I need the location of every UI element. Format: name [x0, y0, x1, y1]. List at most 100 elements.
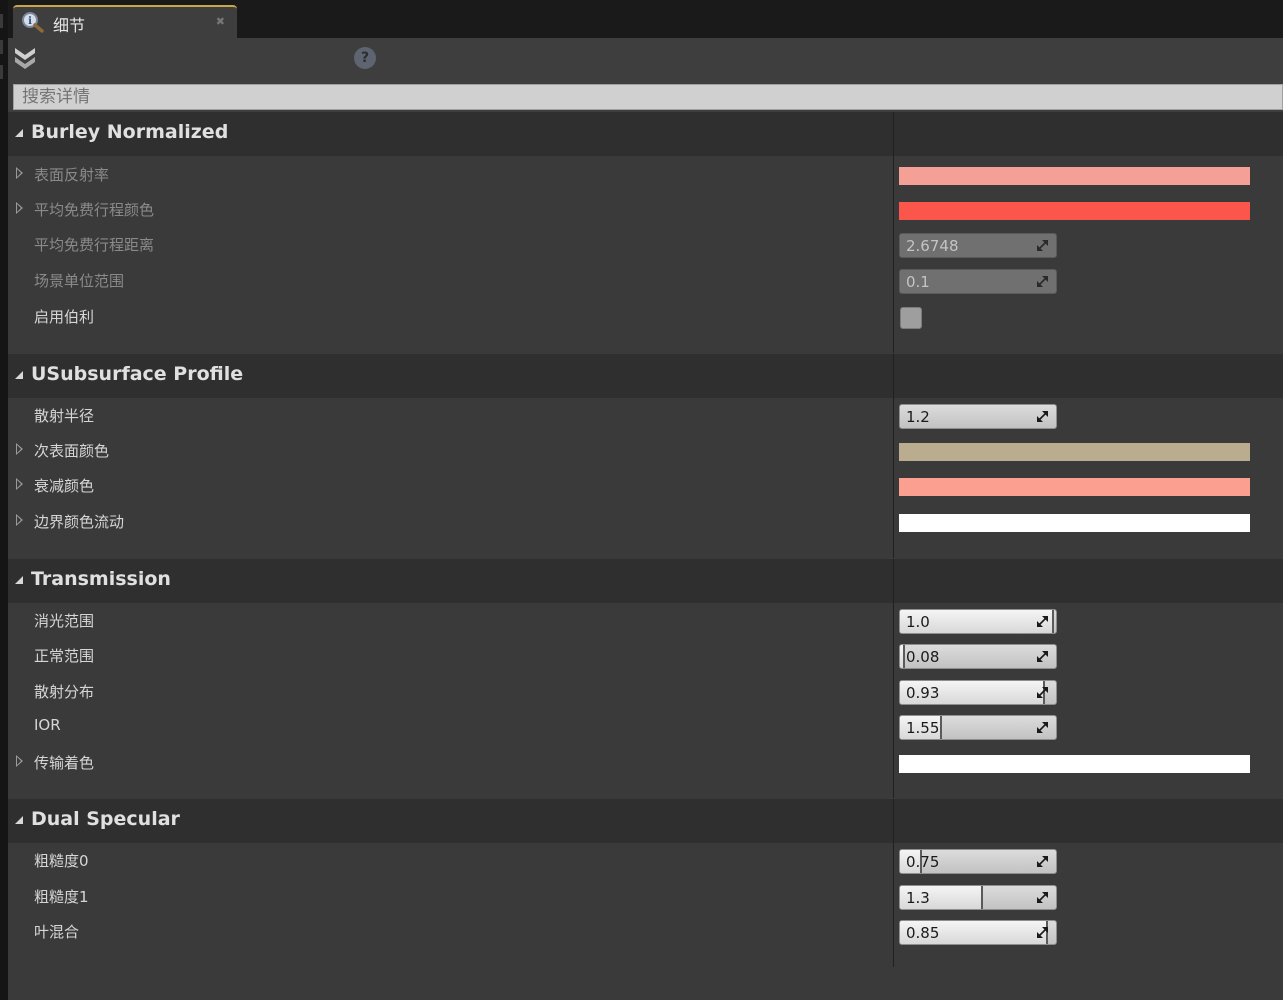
numeric-value: 0.08	[906, 648, 940, 666]
property-label: 衰减颜色	[34, 477, 95, 495]
tab-details[interactable]: i 细节 ✖	[13, 5, 237, 38]
numeric-value: 0.1	[906, 273, 930, 291]
drag-spin-icon[interactable]	[1036, 686, 1049, 699]
color-swatch[interactable]	[899, 755, 1250, 773]
search-bar	[8, 82, 1283, 112]
section-subsurface-profile: USubsurface Profile 散射半径 1.2 次表面颜色 衰减颜色 …	[8, 354, 1283, 558]
enable-burley-checkbox[interactable]	[900, 307, 922, 329]
color-swatch[interactable]	[899, 202, 1250, 220]
help-icon[interactable]: ?	[354, 47, 376, 69]
property-label: 粗糙度1	[34, 888, 89, 906]
section-header[interactable]: Transmission	[8, 559, 1283, 603]
property-label: 表面反射率	[34, 166, 110, 184]
details-magnifier-icon: i	[22, 12, 44, 33]
property-row-roughness1: 粗糙度1 1.3	[8, 880, 1283, 915]
property-label: 粗糙度0	[34, 852, 89, 870]
drag-spin-icon[interactable]	[1036, 855, 1049, 868]
numeric-value: 1.55	[906, 719, 940, 737]
property-row-subsurface-color: 次表面颜色	[8, 434, 1283, 469]
property-row-ior: IOR 1.55	[8, 710, 1283, 745]
section-title: USubsurface Profile	[31, 363, 244, 385]
numeric-slider[interactable]: 1.0	[899, 609, 1057, 634]
collapse-arrow-icon[interactable]	[15, 129, 23, 137]
property-row-lobe-mix: 叶混合 0.85	[8, 915, 1283, 950]
details-panel: Burley Normalized 表面反射率 平均免费行程颜色 平均免费行程距…	[8, 112, 1283, 1000]
property-row-boundary-color-bleed: 边界颜色流动	[8, 505, 1283, 540]
section-title: Dual Specular	[31, 808, 180, 830]
numeric-slider[interactable]: 0.75	[899, 849, 1057, 874]
expand-arrow-icon[interactable]	[16, 755, 23, 767]
property-label: 消光范围	[34, 612, 95, 630]
property-label: 正常范围	[34, 647, 95, 665]
property-row-enable-burley: 启用伯利	[8, 300, 1283, 335]
property-label: 平均免费行程距离	[34, 236, 155, 254]
property-label: 平均免费行程颜色	[34, 201, 155, 219]
property-row-scatter-radius: 散射半径 1.2	[8, 399, 1283, 434]
expand-arrow-icon[interactable]	[16, 478, 23, 490]
collapse-arrow-icon[interactable]	[15, 371, 23, 379]
view-options-icon[interactable]	[12, 44, 38, 72]
drag-spin-icon[interactable]	[1036, 239, 1049, 252]
property-row-normal-scale: 正常范围 0.08	[8, 639, 1283, 674]
search-input[interactable]	[13, 84, 1283, 110]
drag-spin-icon[interactable]	[1036, 721, 1049, 734]
numeric-slider[interactable]: 1.55	[899, 715, 1057, 740]
property-label: 传输着色	[34, 754, 95, 772]
color-swatch[interactable]	[899, 514, 1250, 532]
drag-spin-icon[interactable]	[1036, 410, 1049, 423]
tab-bar: i 细节 ✖	[8, 0, 1283, 38]
tab-title: 细节	[53, 16, 86, 35]
tab-close-button[interactable]: ✖	[216, 15, 225, 28]
drag-spin-icon[interactable]	[1036, 275, 1049, 288]
section-dual-specular: Dual Specular 粗糙度0 0.75 粗糙度1 1.3 叶混合 0.8…	[8, 799, 1283, 967]
property-row-falloff-color: 衰减颜色	[8, 469, 1283, 504]
expand-arrow-icon[interactable]	[16, 443, 23, 455]
numeric-input[interactable]: 0.1	[899, 269, 1057, 294]
numeric-value: 1.0	[906, 613, 930, 631]
property-row-transmission-tint: 传输着色	[8, 746, 1283, 781]
drag-spin-icon[interactable]	[1036, 650, 1049, 663]
section-header[interactable]: USubsurface Profile	[8, 354, 1283, 398]
property-label: 次表面颜色	[34, 442, 110, 460]
numeric-value: 1.3	[906, 889, 930, 907]
edge-nub	[0, 14, 3, 28]
drag-spin-icon[interactable]	[1036, 891, 1049, 904]
expand-arrow-icon[interactable]	[16, 167, 23, 179]
property-label: 场景单位范围	[34, 272, 125, 290]
color-swatch[interactable]	[899, 443, 1250, 461]
numeric-value: 0.93	[906, 684, 940, 702]
property-row-roughness0: 粗糙度0 0.75	[8, 844, 1283, 879]
property-label: 启用伯利	[34, 308, 95, 326]
color-swatch[interactable]	[899, 478, 1250, 496]
left-edge-strip	[0, 0, 8, 1000]
property-label: 叶混合	[34, 923, 80, 941]
property-row-extinction-scale: 消光范围 1.0	[8, 604, 1283, 639]
svg-text:i: i	[28, 16, 32, 27]
numeric-value: 1.2	[906, 408, 930, 426]
details-toolbar: ?	[8, 38, 1283, 82]
numeric-slider[interactable]: 0.85	[899, 920, 1057, 945]
collapse-arrow-icon[interactable]	[15, 816, 23, 824]
numeric-input[interactable]: 1.2	[899, 404, 1057, 429]
collapse-arrow-icon[interactable]	[15, 576, 23, 584]
property-row-scattering-distribution: 散射分布 0.93	[8, 675, 1283, 710]
property-row-world-unit-scale: 场景单位范围 0.1	[8, 264, 1283, 299]
drag-spin-icon[interactable]	[1036, 615, 1049, 628]
property-row-mfp-distance: 平均免费行程距离 2.6748	[8, 228, 1283, 263]
numeric-input[interactable]: 2.6748	[899, 233, 1057, 258]
numeric-slider[interactable]: 0.93	[899, 680, 1057, 705]
property-label: IOR	[34, 716, 61, 734]
drag-spin-icon[interactable]	[1036, 926, 1049, 939]
color-swatch[interactable]	[899, 167, 1250, 185]
numeric-slider[interactable]: 1.3	[899, 885, 1057, 910]
numeric-value: 0.85	[906, 924, 940, 942]
numeric-slider[interactable]: 0.08	[899, 644, 1057, 669]
numeric-value: 0.75	[906, 853, 940, 871]
expand-arrow-icon[interactable]	[16, 202, 23, 214]
property-label: 边界颜色流动	[34, 513, 125, 531]
property-label: 散射分布	[34, 683, 95, 701]
section-header[interactable]: Dual Specular	[8, 799, 1283, 843]
expand-arrow-icon[interactable]	[16, 514, 23, 526]
section-header[interactable]: Burley Normalized	[8, 112, 1283, 156]
property-label: 散射半径	[34, 407, 95, 425]
